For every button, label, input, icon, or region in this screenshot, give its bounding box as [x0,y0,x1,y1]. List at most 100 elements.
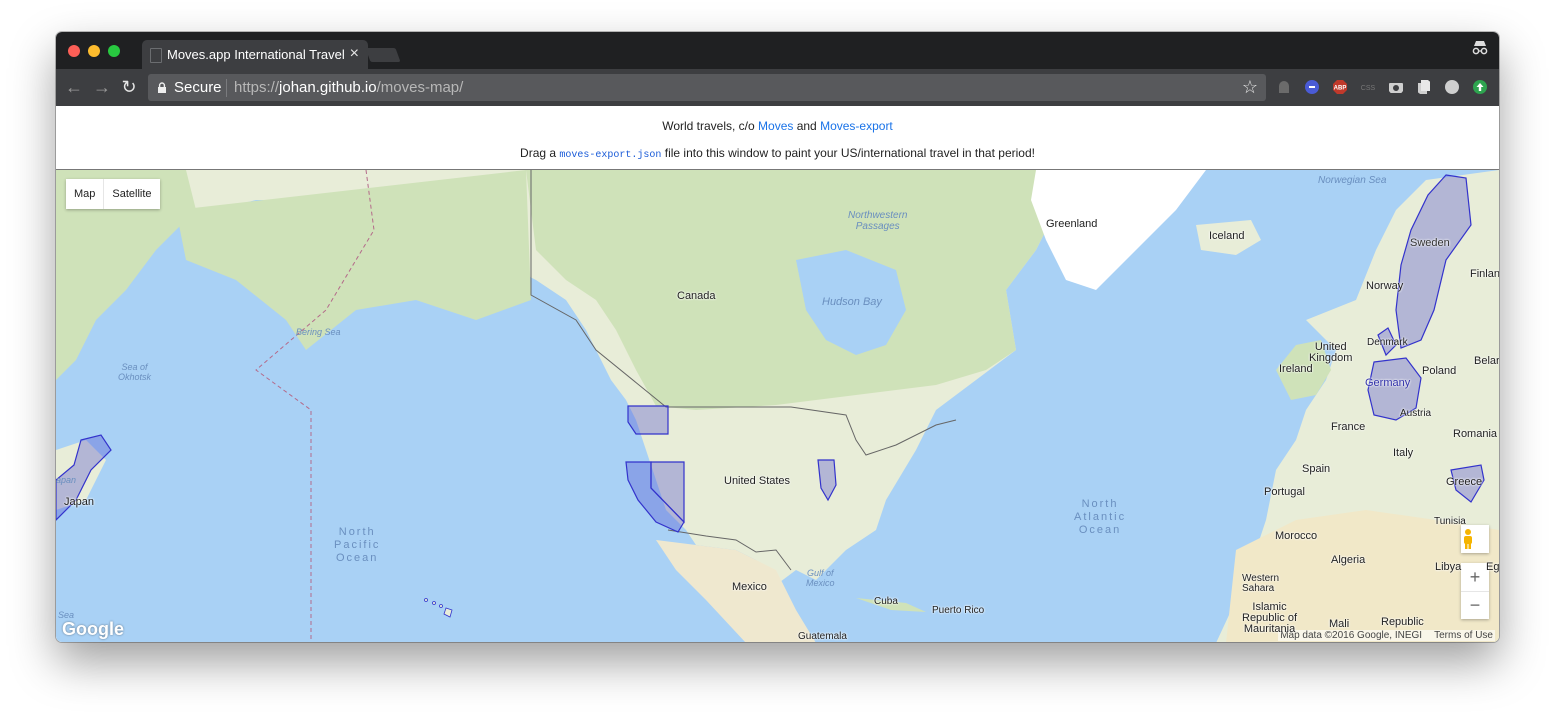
moves-export-link[interactable]: Moves-export [820,119,893,133]
label-spain: Spain [1302,463,1331,475]
label-norwegian-sea: Norwegian Sea [1318,175,1387,186]
label-poland: Poland [1422,365,1457,377]
browser-toolbar: ← → ↻ Secure https://johan.github.io/mov… [56,69,1499,106]
label-austria: Austria [1400,408,1432,419]
label-sea-partial: Sea [58,610,75,620]
map-type-map-button[interactable]: Map [66,179,105,209]
label-japan: Japan [64,496,94,508]
map-type-satellite-button[interactable]: Satellite [104,179,159,209]
google-logo[interactable]: Google [62,619,124,640]
bookmark-star-icon[interactable]: ☆ [1242,77,1258,98]
drag-instructions: Drag a moves-export.json file into this … [56,146,1499,161]
region-washington [627,405,669,435]
upload-extension-icon[interactable] [1472,79,1488,95]
zoom-window-button[interactable] [108,45,120,57]
extension-blue-icon[interactable] [1304,79,1320,95]
label-denmark: Denmark [1367,337,1408,348]
address-bar[interactable]: Secure https://johan.github.io/moves-map… [148,74,1266,101]
page-content: World travels, c/o Moves and Moves-expor… [56,106,1499,642]
label-mali: Mali [1329,618,1350,630]
url-path: /moves-map/ [376,79,464,96]
label-belarus: Belar [1474,355,1499,367]
label-algeria: Algeria [1331,554,1366,566]
label-germany: Germany [1365,377,1411,389]
zoom-out-button[interactable]: − [1461,592,1489,619]
title-bar: Moves.app International Travel × [56,32,1499,69]
label-western-sahara: Western Sahara [1242,573,1280,594]
label-cuba: Cuba [874,596,898,607]
lock-icon [158,82,166,93]
label-sea-of-okhotsk: Sea of Okhotsk [118,362,152,382]
terms-of-use-link[interactable]: Terms of Use [1434,630,1493,641]
label-tunisia: Tunisia [1434,516,1466,527]
label-ireland: Ireland [1279,363,1313,375]
css-extension-icon[interactable]: CSS [1360,79,1376,95]
svg-text:CSS: CSS [1361,85,1376,92]
url-text: https://johan.github.io/moves-map/ [234,79,463,96]
address-separator [226,79,227,97]
label-bering-sea: Bering Sea [296,327,341,337]
label-north-atlantic-ocean: North Atlantic Ocean [1074,498,1127,536]
world-map[interactable]: Map Satellite + − Google Map data ©2016 … [56,169,1499,642]
label-italy: Italy [1393,447,1414,459]
new-tab-button[interactable] [365,48,401,62]
extension-ghost-icon[interactable] [1276,79,1292,95]
label-greece: Greece [1446,476,1483,488]
heading-and: and [793,119,821,133]
map-type-control[interactable]: Map Satellite [66,179,160,209]
minimize-window-button[interactable] [88,45,100,57]
hawaii-islands [424,598,453,618]
pages-extension-icon[interactable] [1416,79,1432,95]
label-iceland: Iceland [1209,230,1245,242]
label-republic: Republic [1381,616,1424,628]
tab-close-icon[interactable]: × [350,45,359,63]
browser-window: Moves.app International Travel × ← → ↻ S… [56,32,1499,642]
browser-tab-active[interactable]: Moves.app International Travel × [142,40,368,69]
label-hudson-bay: Hudson Bay [822,296,882,308]
secure-label: Secure [174,79,222,96]
label-north-pacific-ocean: North Pacific Ocean [334,526,381,564]
label-puerto-rico: Puerto Rico [932,605,985,616]
label-northwestern-passages: Northwestern Passages [848,210,908,232]
forward-arrow-icon[interactable]: → [92,77,112,97]
url-scheme: https:// [234,79,280,96]
page-favicon-icon [150,48,162,63]
label-finland: Finlan [1470,268,1499,280]
label-mauritania: Islamic Republic of Mauritania [1242,601,1298,635]
close-window-button[interactable] [68,45,80,57]
label-morocco: Morocco [1275,530,1318,542]
label-guatemala: Guatemala [798,631,847,642]
label-united-kingdom: United Kingdom [1309,341,1353,364]
label-mexico: Mexico [732,581,767,593]
label-portugal: Portugal [1264,486,1305,498]
camera-extension-icon[interactable] [1388,79,1404,95]
instructions-suffix: file into this window to paint your US/i… [661,146,1035,160]
label-japan-partial: apan [56,475,77,485]
back-arrow-icon[interactable]: ← [64,77,84,97]
label-romania: Romania [1453,428,1498,440]
svg-text:ABP: ABP [1334,86,1347,92]
label-canada: Canada [677,290,716,302]
label-libya: Libya [1435,561,1462,573]
incognito-icon [1472,41,1488,55]
zoom-in-button[interactable]: + [1461,563,1489,592]
label-france: France [1331,421,1366,433]
label-gulf-of-mexico: Gulf of Mexico [806,568,835,588]
label-sweden: Sweden [1410,237,1450,249]
page-heading: World travels, c/o Moves and Moves-expor… [56,119,1499,133]
label-norway: Norway [1366,280,1404,292]
adblock-plus-icon[interactable]: ABP [1332,79,1348,95]
reload-icon[interactable]: ↻ [119,77,139,97]
label-united-states: United States [724,475,791,487]
compass-extension-icon[interactable] [1444,79,1460,95]
zoom-control: + − [1461,563,1489,619]
pegman-control[interactable] [1461,525,1489,553]
moves-link[interactable]: Moves [758,119,793,133]
tab-title: Moves.app International Travel [167,47,345,62]
moves-export-filename: moves-export.json [559,150,662,161]
map-data-credit: Map data ©2016 Google, INEGI [1280,630,1423,641]
map-canvas[interactable] [56,170,1499,642]
url-host: johan.github.io [279,79,377,96]
map-attribution: Map data ©2016 Google, INEGI Terms of Use [1278,630,1495,641]
label-greenland: Greenland [1046,218,1098,230]
